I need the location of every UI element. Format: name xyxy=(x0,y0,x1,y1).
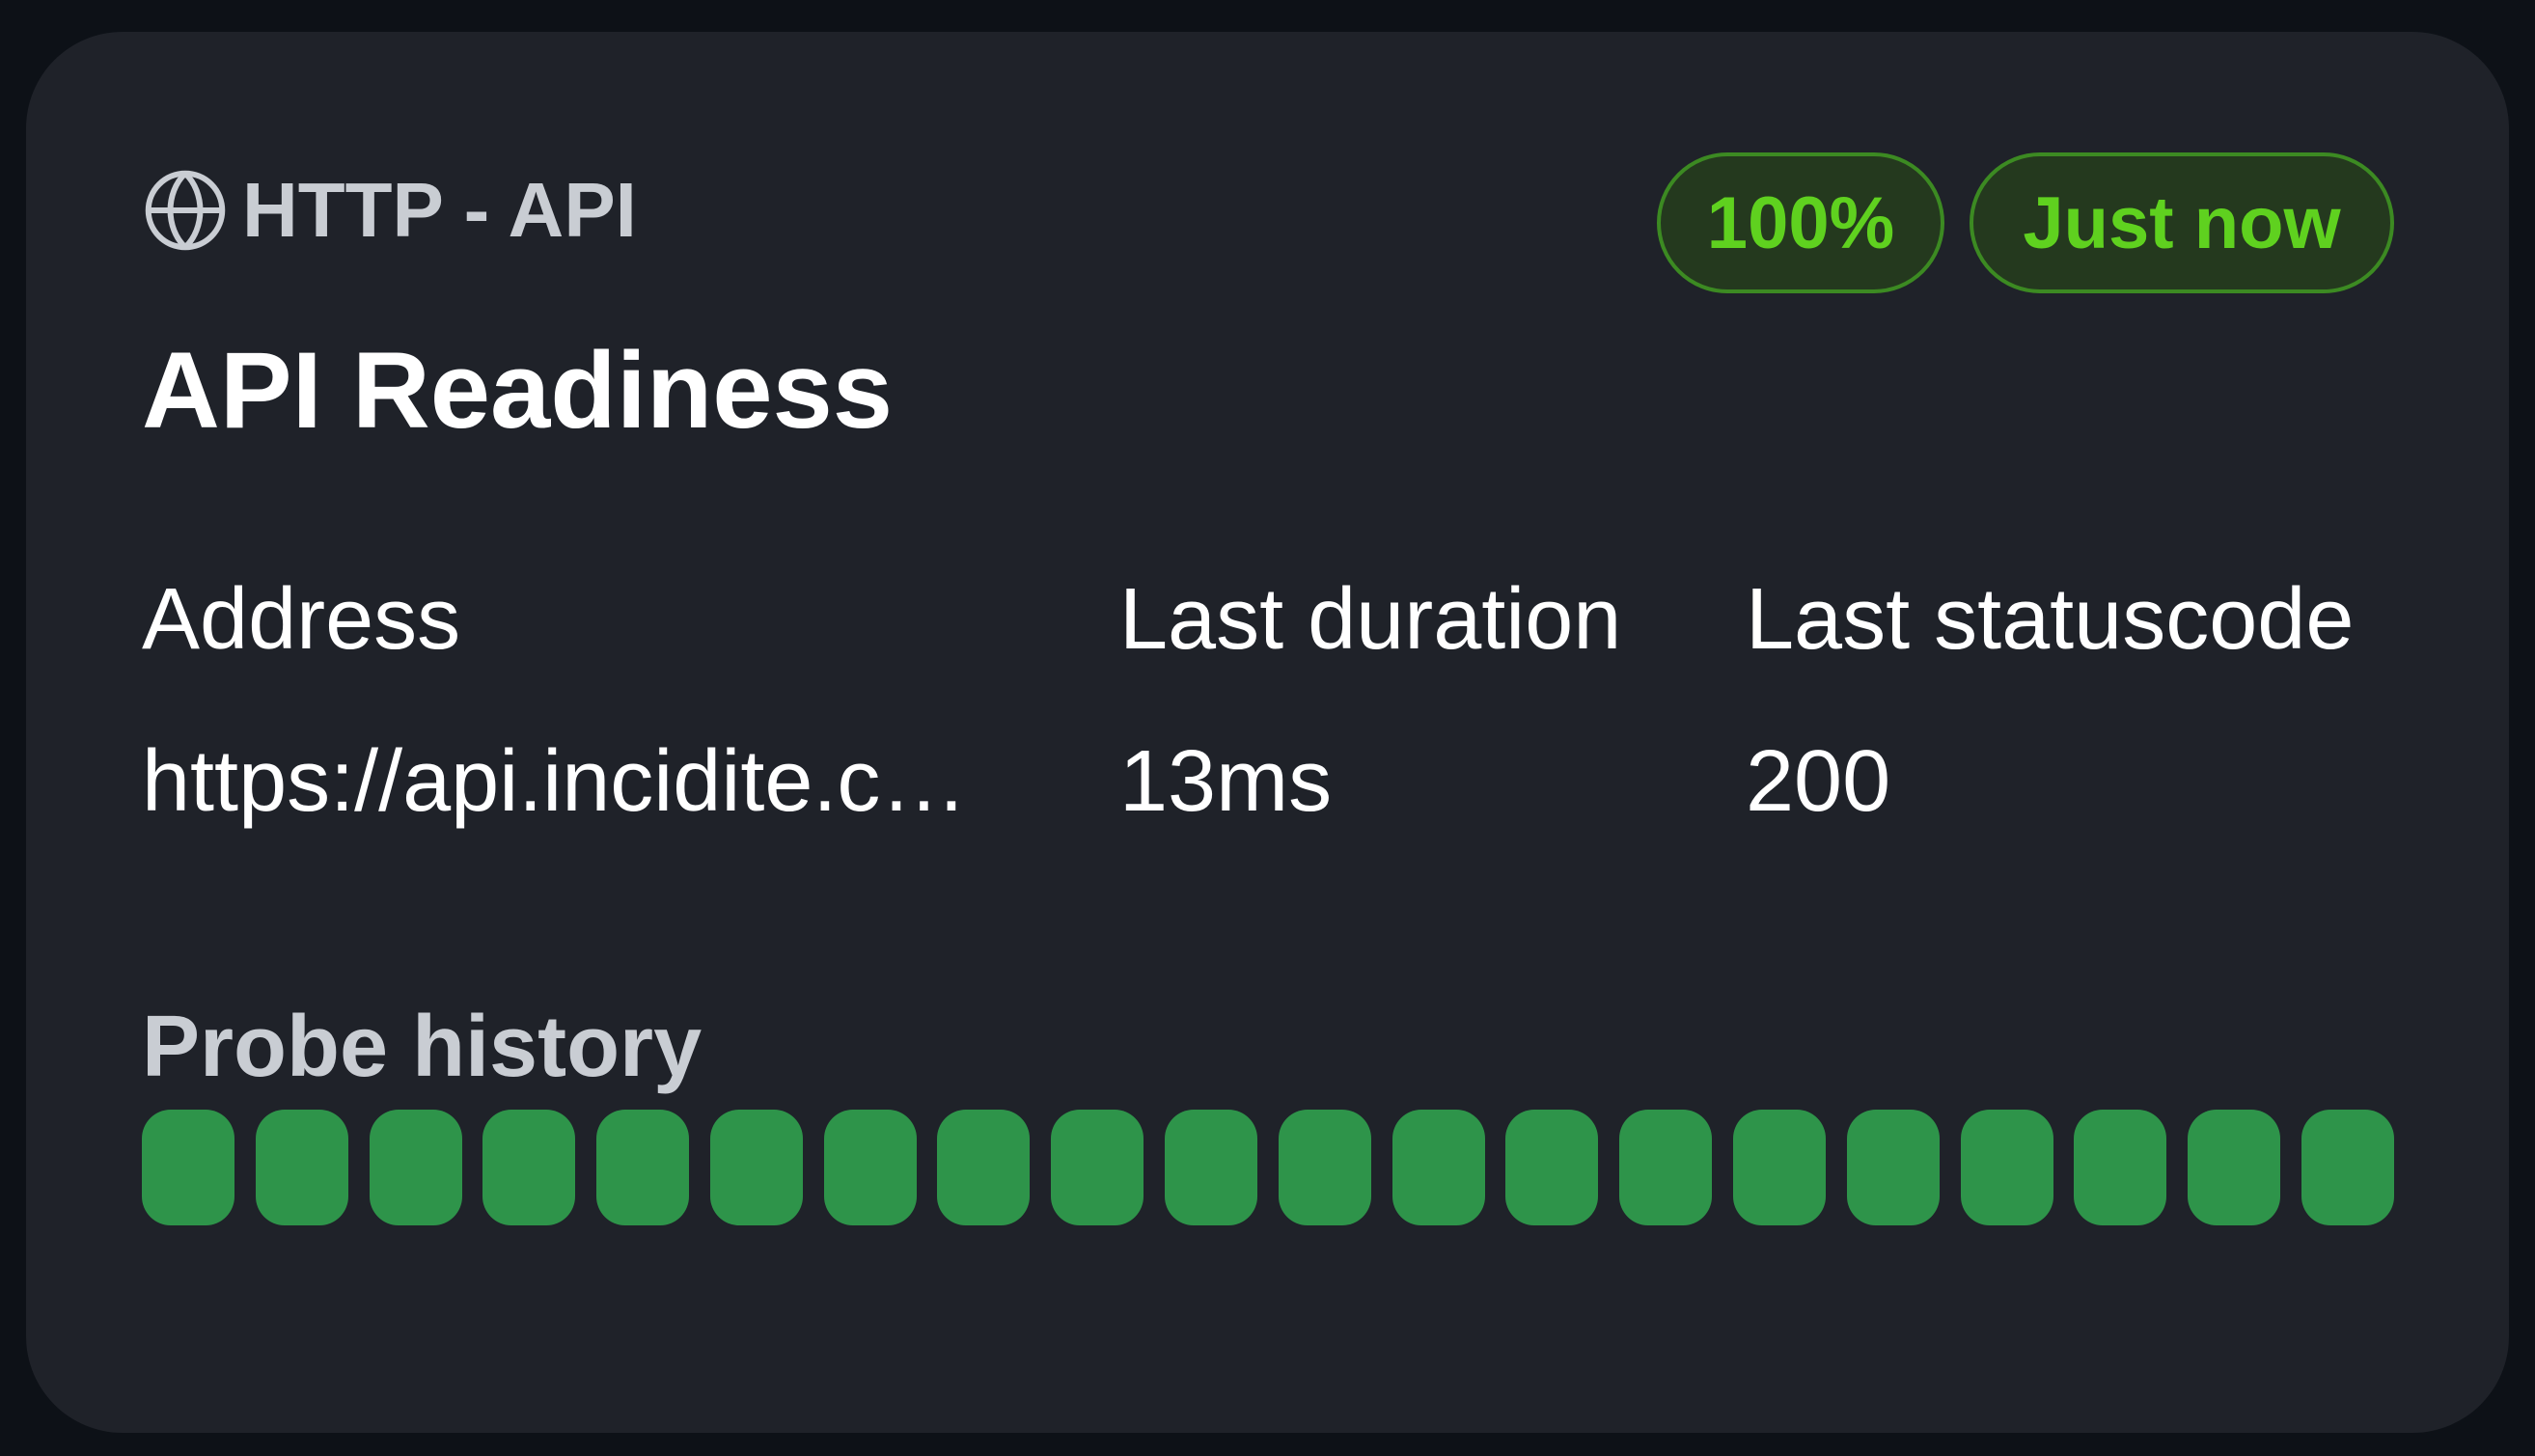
duration-field: Last duration 13ms xyxy=(1119,567,1621,834)
statuscode-field: Last statuscode 200 xyxy=(1746,567,2354,834)
status-badges: 100% Just now xyxy=(1657,152,2394,293)
probe-history-label: Probe history xyxy=(142,999,703,1095)
probe-success[interactable] xyxy=(709,1110,803,1225)
address-value: https://api.incidite.c… xyxy=(142,733,968,830)
probe-success[interactable] xyxy=(2188,1110,2281,1225)
probe-success[interactable] xyxy=(823,1110,917,1225)
probe-success[interactable] xyxy=(1278,1110,1371,1225)
duration-label: Last duration xyxy=(1119,571,1622,668)
probe-success[interactable] xyxy=(1846,1110,1940,1225)
globe-icon xyxy=(145,170,226,251)
probe-success[interactable] xyxy=(482,1110,576,1225)
probe-history xyxy=(142,1110,2394,1225)
probe-success[interactable] xyxy=(937,1110,1031,1225)
probe-success[interactable] xyxy=(255,1110,348,1225)
statuscode-value: 200 xyxy=(1746,733,1891,830)
address-label: Address xyxy=(142,571,461,668)
address-field: Address https://api.incidite.c… xyxy=(142,567,1049,834)
probe-success[interactable] xyxy=(369,1110,462,1225)
monitor-title: API Readiness xyxy=(142,330,894,451)
probe-success[interactable] xyxy=(1732,1110,1826,1225)
probe-success[interactable] xyxy=(142,1110,234,1225)
probe-success[interactable] xyxy=(1619,1110,1713,1225)
probe-success[interactable] xyxy=(2301,1110,2394,1225)
monitor-card[interactable]: HTTP - API 100% Just now API Readiness A… xyxy=(26,32,2509,1433)
uptime-badge: 100% xyxy=(1657,152,1944,293)
probe-success[interactable] xyxy=(1960,1110,2053,1225)
probe-success[interactable] xyxy=(1391,1110,1485,1225)
probe-success[interactable] xyxy=(1165,1110,1258,1225)
probe-success[interactable] xyxy=(596,1110,690,1225)
last-check-badge: Just now xyxy=(1970,152,2394,293)
statuscode-label: Last statuscode xyxy=(1746,571,2355,668)
probe-success[interactable] xyxy=(2074,1110,2167,1225)
monitor-type: HTTP - API xyxy=(142,167,637,254)
monitor-type-label: HTTP - API xyxy=(242,167,637,253)
probe-success[interactable] xyxy=(1505,1110,1599,1225)
probe-success[interactable] xyxy=(1051,1110,1144,1225)
duration-value: 13ms xyxy=(1119,733,1333,830)
